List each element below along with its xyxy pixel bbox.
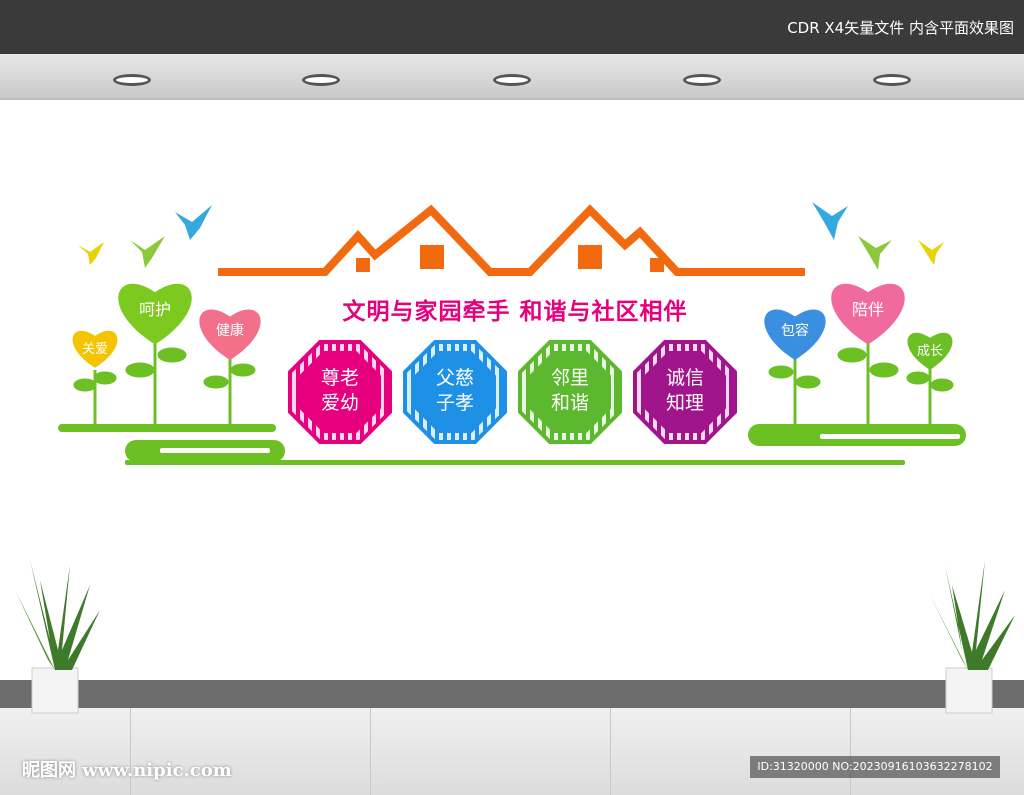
watermark-logo: 昵图网 www.nipic.com [22,760,232,781]
panel-text: 诚信 知理 [633,366,737,416]
value-panel: 父慈 子孝 [403,340,507,444]
bird-icon [858,236,892,270]
potted-plant-left [15,560,100,714]
heart-label: 成长 [916,344,943,360]
panel-text: 邻里 和谐 [518,366,622,416]
panel-line-2: 知理 [665,392,704,414]
panel-line-1: 邻里 [550,367,589,389]
bird-icon [812,202,848,240]
wall-art [15,202,1015,714]
panel-text: 尊老 爱幼 [288,366,392,416]
panel-line-2: 爱幼 [320,392,359,414]
value-panel: 尊老 爱幼 [288,340,392,444]
bird-icon [918,240,944,265]
heart-label: 健康 [216,322,244,339]
heart-label: 呵护 [138,299,171,319]
bird-icon [130,236,165,268]
panel-line-1: 父慈 [435,367,474,389]
roof-outline [218,204,805,276]
panel-line-2: 子孝 [435,392,474,414]
bird-icon [175,205,212,240]
potted-plant-right [930,560,1015,714]
heart-label: 包容 [781,322,809,339]
slogan-title: 文明与家园牵手 和谐与社区相伴 [342,299,688,325]
panel-text: 父慈 子孝 [403,366,507,416]
image-id: ID:31320000 NO:20230916103632278102 [750,756,1000,778]
heart-label: 关爱 [81,342,108,358]
heart-label: 陪伴 [851,299,884,319]
panel-line-1: 诚信 [665,367,704,389]
panel-line-2: 和谐 [550,392,589,414]
panel-line-1: 尊老 [320,367,359,389]
bird-icon [78,242,104,265]
grass-stripes [58,424,966,465]
